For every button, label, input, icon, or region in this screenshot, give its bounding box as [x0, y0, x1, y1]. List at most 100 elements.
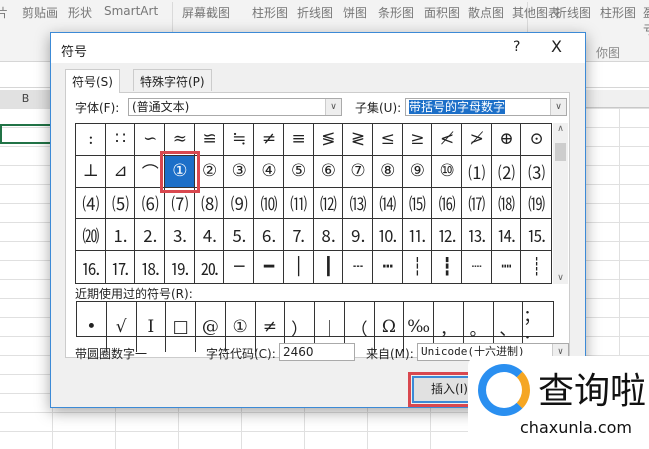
symbol-cell[interactable]: ⒌ [224, 219, 255, 252]
ribbon-item[interactable]: 面积图 [424, 4, 460, 21]
symbol-cell[interactable]: ⑨ [402, 155, 433, 188]
symbol-cell[interactable]: ⒔ [461, 219, 492, 252]
symbol-cell[interactable]: ≷ [343, 124, 373, 156]
scroll-down-icon[interactable]: ∨ [553, 273, 568, 283]
symbol-cell[interactable]: ┄ [343, 251, 373, 283]
symbol-cell[interactable]: ⑩ [432, 155, 462, 188]
symbol-cell[interactable]: ┊ [521, 251, 551, 283]
symbol-cell[interactable]: ⑻ [194, 187, 225, 220]
symbol-cell[interactable]: ⒁ [372, 187, 403, 220]
symbol-cell[interactable]: ⑧ [372, 155, 403, 188]
help-button[interactable]: ? [513, 39, 520, 55]
symbol-cell[interactable]: ⒃ [432, 187, 462, 220]
chevron-down-icon[interactable]: ∨ [325, 99, 341, 115]
symbol-cell[interactable]: ⒓ [432, 219, 462, 252]
symbol-cell[interactable]: ⒒ [402, 219, 433, 252]
symbol-cell[interactable]: ━ [254, 251, 284, 283]
font-select[interactable]: (普通文本) ∨ [128, 98, 342, 116]
symbol-cell[interactable]: ≡ [283, 124, 314, 156]
symbol-cell[interactable]: ⊙ [521, 124, 551, 156]
symbol-cell[interactable]: ④ [254, 155, 284, 188]
symbol-cell[interactable]: ② [194, 155, 225, 188]
symbol-cell[interactable]: ┆ [403, 251, 433, 283]
symbol-cell[interactable]: ≈ [165, 124, 195, 156]
symbol-cell[interactable]: ≯ [461, 124, 492, 156]
ribbon-item[interactable]: 其他图表 [512, 4, 560, 21]
ribbon-item[interactable]: 折线图 [555, 4, 591, 21]
chevron-down-icon[interactable]: ∨ [550, 99, 566, 115]
symbol-cell[interactable]: ≠ [254, 124, 284, 156]
ribbon-item[interactable]: SmartArt [104, 4, 158, 18]
symbol-cell[interactable]: ⒖ [521, 219, 551, 252]
symbol-cell[interactable]: ┉ [492, 251, 522, 283]
symbol-cell[interactable]: ⒑ [372, 219, 403, 252]
symbol-cell[interactable]: ┃ [314, 251, 344, 283]
symbol-cell[interactable]: ⌒ [135, 155, 166, 188]
ribbon-item[interactable]: 屏幕截图 [182, 4, 230, 21]
ribbon-item[interactable]: 柱形图 [600, 4, 636, 21]
symbol-cell[interactable]: ⒍ [254, 219, 284, 252]
symbol-cell[interactable]: │ [284, 251, 314, 283]
symbol-cell[interactable]: ⒗ [76, 251, 106, 283]
symbol-cell[interactable]: ⑽ [254, 187, 284, 220]
ribbon-item[interactable]: 形状 [68, 4, 92, 21]
symbol-cell[interactable]: ⑴ [461, 155, 492, 188]
ribbon-item[interactable]: 片 [0, 4, 8, 21]
symbol-cell[interactable]: ⑹ [135, 187, 166, 220]
symbol-cell[interactable]: ⑦ [343, 155, 373, 188]
symbol-cell[interactable]: ⒊ [165, 219, 195, 252]
symbol-cell[interactable]: ⑼ [224, 187, 255, 220]
symbol-cell[interactable]: ⒙ [135, 251, 166, 283]
symbol-cell[interactable]: ∽ [135, 124, 166, 156]
symbol-grid[interactable]: : ∷ ∽ ≈ ≌ ≒ ≠ ≡ ≶ ≷ ≤ ≥ ≮ ≯ ⊕ ⊙ ⊥ ⊿ ⌒ ① ② ③ ④ ⑤ ⑥ ⑦ ⑧ ⑨ ⑩ ⑴ ⑵ ⑶ ⑷ ⑸ ⑹ ⑺ ⑻ ⑼ ⑽ ⑾… [75, 123, 552, 284]
symbol-cell[interactable]: ⊿ [105, 155, 136, 188]
symbol-cell[interactable]: ⑿ [313, 187, 344, 220]
selected-cell[interactable] [0, 124, 52, 144]
symbol-cell[interactable]: ⒎ [283, 219, 314, 252]
symbol-cell[interactable]: : [76, 124, 106, 156]
symbol-cell[interactable]: ⒄ [461, 187, 492, 220]
symbol-cell[interactable]: ⒏ [313, 219, 344, 252]
symbol-cell[interactable]: ⒕ [491, 219, 522, 252]
tab-special-chars[interactable]: 特殊字符(P) [133, 69, 212, 91]
symbol-cell[interactable]: ⊕ [491, 124, 522, 156]
symbol-cell[interactable]: ⒂ [402, 187, 433, 220]
symbol-cell[interactable]: ┈ [462, 251, 492, 283]
code-input[interactable]: 2460 [279, 343, 355, 361]
symbol-cell[interactable]: ⑵ [491, 155, 522, 188]
recent-symbol[interactable]: □ [166, 302, 196, 352]
symbol-cell[interactable]: ┇ [432, 251, 462, 283]
ribbon-item[interactable]: 折线图 [297, 4, 333, 21]
symbol-cell[interactable]: ≶ [313, 124, 344, 156]
symbol-cell[interactable]: ⒚ [165, 251, 195, 283]
ribbon-item[interactable]: 饼图 [343, 4, 367, 21]
symbol-cell[interactable]: ⒈ [105, 219, 136, 252]
symbol-cell[interactable]: ⑾ [283, 187, 314, 220]
symbol-cell[interactable]: ⊥ [76, 155, 106, 188]
column-header-b[interactable]: B [0, 90, 52, 108]
ribbon-item[interactable]: 剪贴画 [22, 4, 58, 21]
symbol-cell[interactable]: ⒘ [106, 251, 136, 283]
symbol-cell[interactable]: ⒀ [343, 187, 373, 220]
recent-symbols[interactable]: • √ Ⅰ □ @ ① ≠）｜（Ω ‰，。、； ： [76, 301, 554, 352]
symbol-cell[interactable]: ≒ [224, 124, 255, 156]
symbol-cell[interactable]: ⑶ [521, 156, 551, 188]
symbol-cell[interactable]: ⒆ [521, 188, 551, 220]
symbol-cell[interactable]: ⒅ [491, 187, 522, 220]
symbol-cell[interactable]: ⒇ [76, 219, 106, 252]
symbol-cell[interactable]: ⑤ [283, 155, 314, 188]
scroll-thumb[interactable] [555, 143, 566, 161]
symbol-cell[interactable]: ⒉ [135, 219, 166, 252]
symbol-cell[interactable]: ⑥ [313, 155, 344, 188]
ribbon-item[interactable]: 柱形图 [252, 4, 288, 21]
scrollbar[interactable]: ∧ ∨ [553, 123, 568, 284]
symbol-cell[interactable]: ⒛ [195, 251, 225, 283]
symbol-cell[interactable]: ≌ [194, 124, 225, 156]
symbol-cell[interactable]: ⑺ [165, 187, 195, 220]
symbol-cell[interactable]: ⒐ [343, 219, 373, 252]
symbol-cell[interactable]: ∷ [105, 124, 136, 156]
symbol-cell[interactable]: ─ [224, 251, 255, 283]
scroll-up-icon[interactable]: ∧ [553, 124, 568, 134]
tab-symbols[interactable]: 符号(S) [65, 69, 120, 93]
ribbon-item[interactable]: 盈亏 [643, 4, 649, 38]
